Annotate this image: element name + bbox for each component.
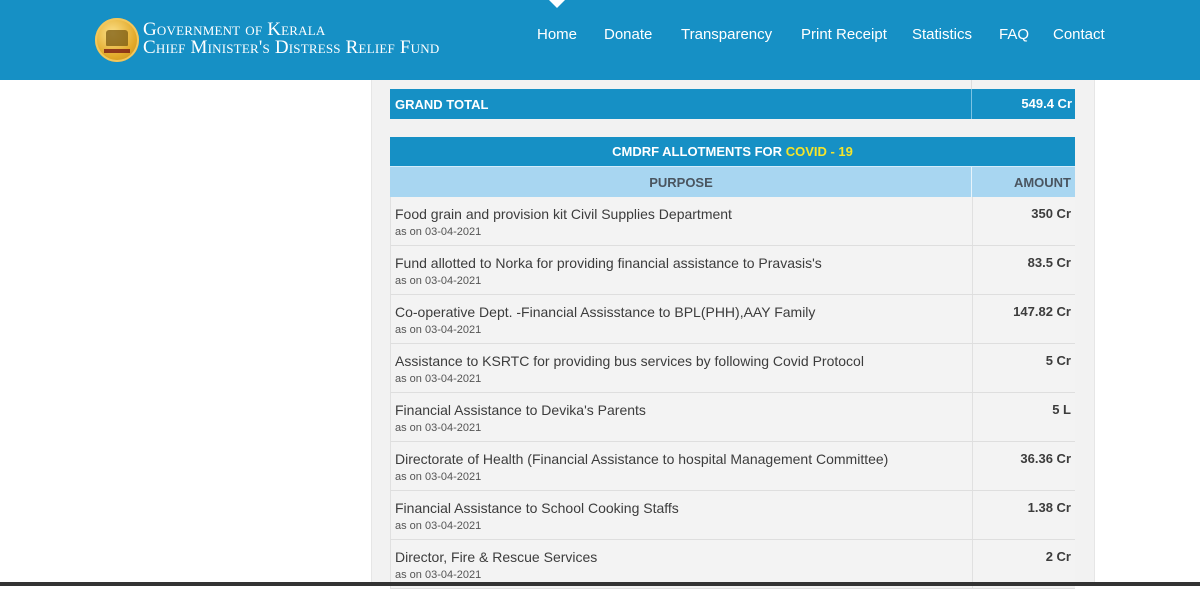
row-date: as on 03-04-2021 [395, 275, 482, 287]
brand-line-2: Chief Minister's Distress Relief Fund [143, 37, 440, 58]
nav-statistics[interactable]: Statistics [912, 26, 972, 43]
row-date: as on 03-04-2021 [395, 569, 482, 581]
column-divider [972, 491, 973, 539]
column-divider [972, 393, 973, 441]
table-row: Directorate of Health (Financial Assista… [390, 442, 1075, 491]
column-divider [972, 442, 973, 490]
row-purpose: Fund allotted to Norka for providing fin… [395, 255, 822, 271]
table-row: Assistance to KSRTC for providing bus se… [390, 344, 1075, 393]
kerala-emblem-icon[interactable] [95, 18, 139, 62]
covid-allotments-table: CMDRF ALLOTMENTS FOR COVID - 19 PURPOSE … [390, 137, 1075, 589]
row-amount: 2 Cr [1045, 549, 1071, 564]
table-title-prefix: CMDRF ALLOTMENTS FOR [612, 144, 783, 159]
column-divider [971, 167, 972, 197]
taskbar-edge [0, 582, 1200, 586]
previous-table-divider [971, 80, 972, 89]
row-date: as on 03-04-2021 [395, 471, 482, 483]
row-date: as on 03-04-2021 [395, 520, 482, 532]
table-row: Fund allotted to Norka for providing fin… [390, 246, 1075, 295]
row-amount: 5 L [1052, 402, 1071, 417]
table-row: Financial Assistance to School Cooking S… [390, 491, 1075, 540]
nav-print-receipt[interactable]: Print Receipt [801, 26, 887, 43]
row-amount: 36.36 Cr [1020, 451, 1071, 466]
column-divider [972, 540, 973, 588]
nav-donate[interactable]: Donate [604, 26, 652, 43]
table-header: PURPOSE AMOUNT [390, 166, 1075, 197]
active-nav-indicator-icon [549, 0, 565, 8]
row-date: as on 03-04-2021 [395, 324, 482, 336]
row-amount: 1.38 Cr [1027, 500, 1071, 515]
table-title-highlight: COVID - 19 [785, 144, 853, 159]
grand-total-row: GRAND TOTAL 549.4 Cr [390, 89, 1075, 119]
row-purpose: Directorate of Health (Financial Assista… [395, 451, 889, 467]
site-header: Government of Kerala Chief Minister's Di… [0, 0, 1200, 80]
table-row: Financial Assistance to Devika's Parents… [390, 393, 1075, 442]
row-amount: 350 Cr [1031, 206, 1071, 221]
row-purpose: Director, Fire & Rescue Services [395, 549, 598, 565]
grand-total-label: GRAND TOTAL [395, 97, 489, 112]
row-date: as on 03-04-2021 [395, 422, 482, 434]
row-purpose: Financial Assistance to Devika's Parents [395, 402, 646, 418]
column-divider [972, 295, 973, 343]
site-brand[interactable]: Government of Kerala Chief Minister's Di… [143, 20, 440, 58]
row-amount: 147.82 Cr [1013, 304, 1071, 319]
row-purpose: Financial Assistance to School Cooking S… [395, 500, 679, 516]
column-divider [971, 89, 972, 119]
row-date: as on 03-04-2021 [395, 226, 482, 238]
row-amount: 5 Cr [1045, 353, 1071, 368]
nav-faq[interactable]: FAQ [999, 26, 1029, 43]
nav-transparency[interactable]: Transparency [681, 26, 772, 43]
grand-total-value: 549.4 Cr [1021, 96, 1072, 111]
nav-contact[interactable]: Contact [1053, 26, 1105, 43]
row-date: as on 03-04-2021 [395, 373, 482, 385]
table-row: Co-operative Dept. -Financial Assisstanc… [390, 295, 1075, 344]
column-divider [972, 344, 973, 392]
table-title: CMDRF ALLOTMENTS FOR COVID - 19 [390, 137, 1075, 166]
nav-home[interactable]: Home [537, 26, 577, 43]
row-purpose: Co-operative Dept. -Financial Assisstanc… [395, 304, 816, 320]
row-purpose: Assistance to KSRTC for providing bus se… [395, 353, 864, 369]
column-header-purpose: PURPOSE [649, 175, 713, 190]
column-divider [972, 246, 973, 294]
row-purpose: Food grain and provision kit Civil Suppl… [395, 206, 732, 222]
row-amount: 83.5 Cr [1027, 255, 1071, 270]
column-header-amount: AMOUNT [1013, 175, 1071, 190]
table-row: Food grain and provision kit Civil Suppl… [390, 197, 1075, 246]
column-divider [972, 197, 973, 245]
